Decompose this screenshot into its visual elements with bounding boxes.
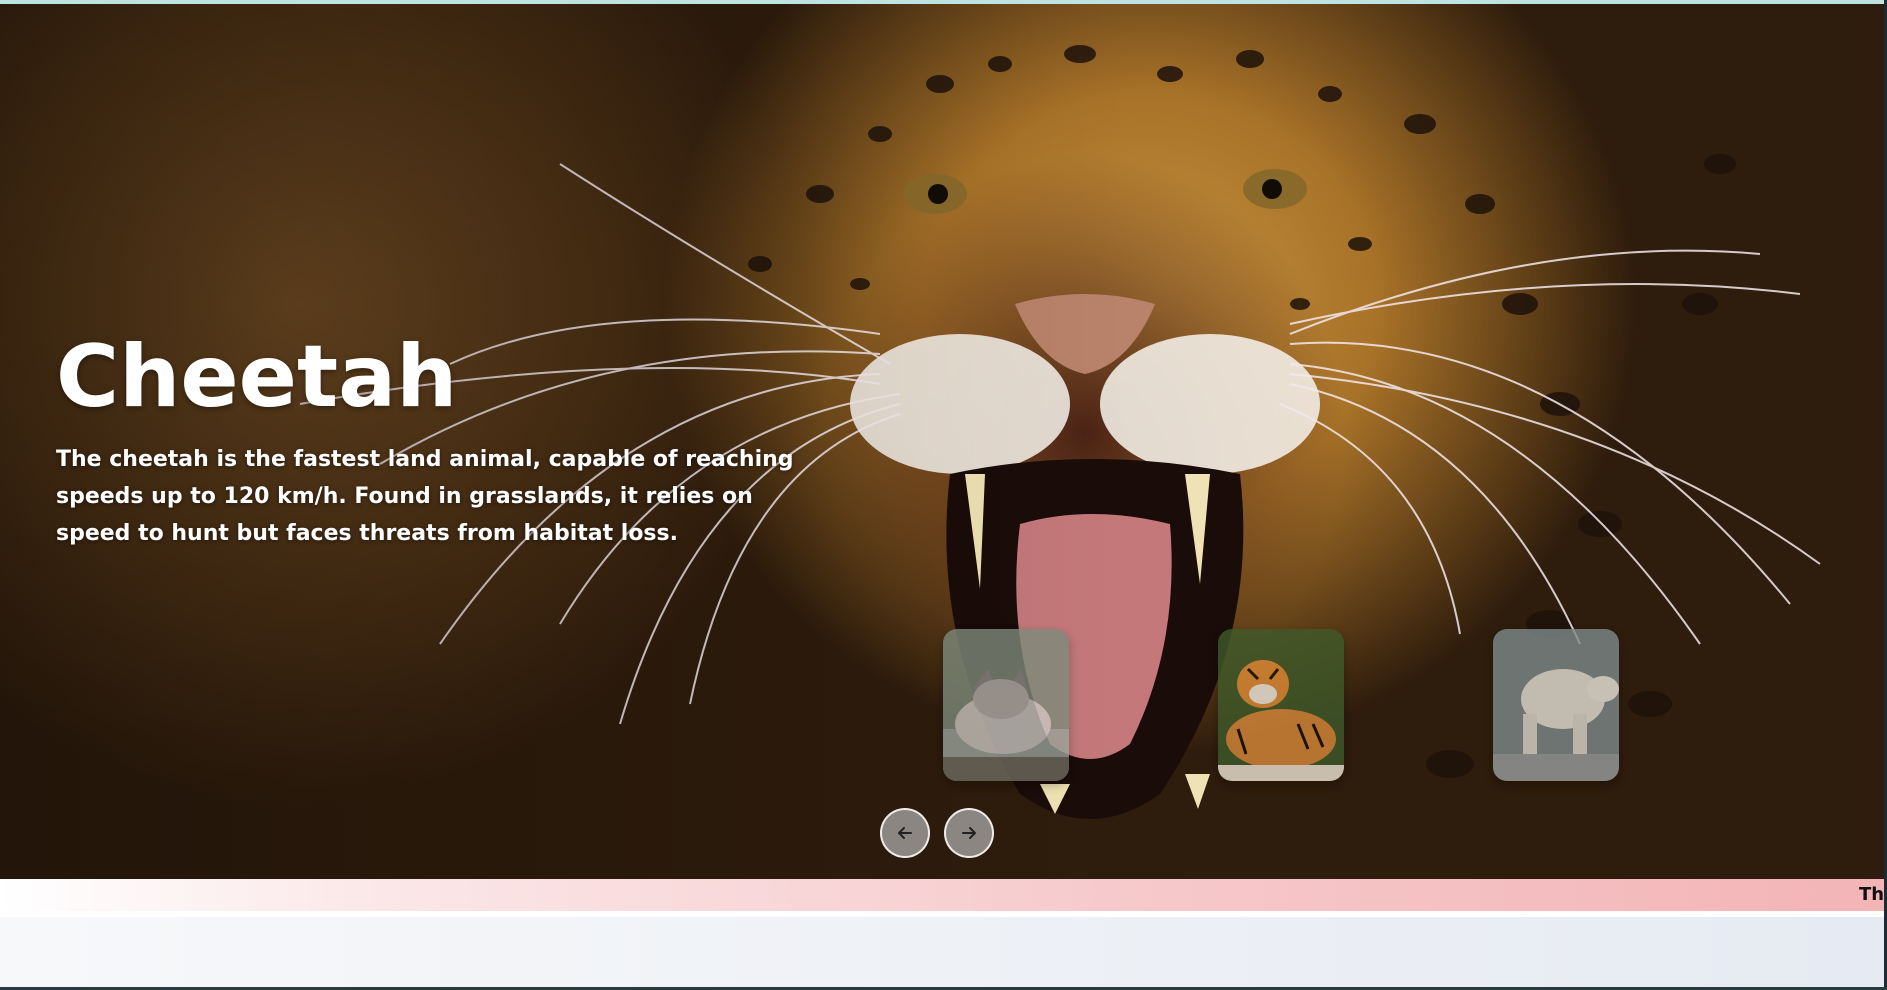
hero-title: Cheetah — [56, 327, 458, 427]
hero-description: The cheetah is the fastest land animal, … — [56, 447, 794, 546]
next-section — [0, 917, 1887, 990]
arrow-right-icon — [962, 827, 976, 839]
marquee-text: Thi — [1859, 884, 1887, 905]
thumbnail-wolf[interactable] — [943, 629, 1069, 781]
polar-bear-image — [1493, 629, 1619, 781]
arrow-left-icon — [898, 827, 912, 839]
marquee-band: Thi — [0, 879, 1887, 911]
page: Cheetah The cheetah is the fastest land … — [0, 0, 1887, 990]
tiger-image — [1218, 629, 1344, 781]
hero-slider: Cheetah The cheetah is the fastest land … — [0, 4, 1887, 879]
wolf-image — [943, 629, 1069, 781]
thumbnail-strip — [943, 629, 1623, 784]
thumbnail-polar-bear[interactable] — [1493, 629, 1619, 781]
prev-slide-button[interactable] — [880, 808, 930, 858]
next-slide-button[interactable] — [944, 808, 994, 858]
thumbnail-tiger[interactable] — [1218, 629, 1344, 781]
